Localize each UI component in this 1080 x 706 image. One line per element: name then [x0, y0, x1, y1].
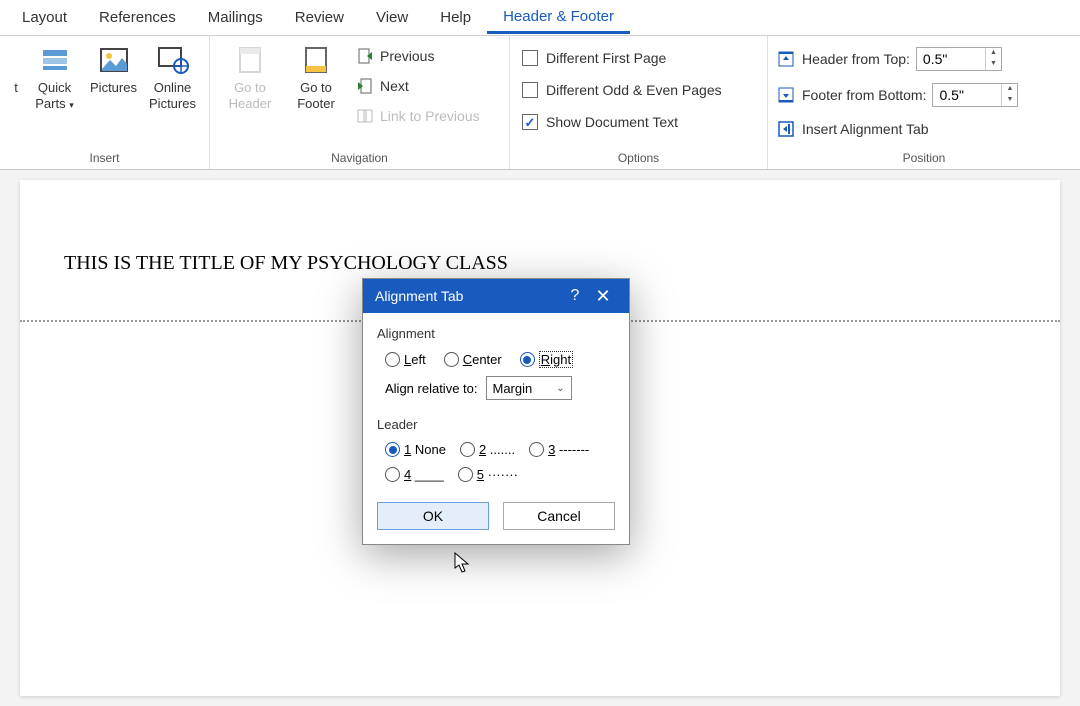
header-text[interactable]: THIS IS THE TITLE OF MY PSYCHOLOGY CLASS — [64, 252, 1016, 275]
group-options: Different First Page Different Odd & Eve… — [510, 36, 768, 169]
ok-button[interactable]: OK — [377, 502, 489, 530]
quick-parts-icon — [39, 44, 71, 76]
group-insert: t Quick Parts ▾ Pictures Online Pictures — [0, 36, 210, 169]
leader-2-radio[interactable]: 2 ....... — [460, 442, 515, 457]
tab-references[interactable]: References — [83, 3, 192, 32]
chevron-down-icon: ⌄ — [556, 383, 564, 394]
close-button[interactable]: ✕ — [589, 286, 617, 307]
alignment-tab-icon — [776, 119, 796, 139]
goto-footer-button[interactable]: Go to Footer — [284, 40, 348, 115]
leader-group-label: Leader — [377, 417, 615, 432]
ribbon: t Quick Parts ▾ Pictures Online Pictures — [0, 36, 1080, 170]
leader-4-radio[interactable]: 4 ____ — [385, 467, 444, 482]
online-pictures-icon — [157, 44, 189, 76]
group-position: Header from Top: ▲▼ Footer from Bottom: … — [768, 36, 1080, 169]
group-options-label: Options — [518, 149, 759, 167]
show-document-text-checkbox[interactable]: Show Document Text — [518, 110, 726, 134]
tab-header-footer[interactable]: Header & Footer — [487, 2, 630, 34]
footer-bottom-input[interactable]: ▲▼ — [932, 83, 1018, 107]
tab-mailings[interactable]: Mailings — [192, 3, 279, 32]
goto-footer-icon — [300, 44, 332, 76]
leader-1-none-radio[interactable]: 1 None — [385, 442, 446, 457]
tab-help[interactable]: Help — [424, 3, 487, 32]
spin-down-icon[interactable]: ▼ — [1002, 95, 1017, 106]
next-button[interactable]: Next — [350, 74, 486, 98]
align-relative-combo[interactable]: Margin ⌄ — [486, 376, 572, 400]
header-top-label: Header from Top: — [802, 51, 910, 67]
next-icon — [356, 77, 374, 95]
alignment-group-label: Alignment — [377, 326, 615, 341]
group-insert-label: Insert — [8, 149, 201, 167]
spin-up-icon[interactable]: ▲ — [986, 48, 1001, 59]
leader-3-radio[interactable]: 3 ------- — [529, 442, 589, 457]
goto-header-button[interactable]: Go to Header — [218, 40, 282, 115]
alignment-tab-dialog: Alignment Tab ? ✕ Alignment LLefteft Cen… — [362, 278, 630, 545]
spin-down-icon[interactable]: ▼ — [986, 59, 1001, 70]
checkbox-icon — [522, 50, 538, 66]
align-relative-label: Align relative to: — [385, 381, 478, 396]
tab-view[interactable]: View — [360, 3, 424, 32]
quick-parts-button[interactable]: Quick Parts ▾ — [26, 40, 83, 115]
insert-alignment-tab-button[interactable]: Insert Alignment Tab — [776, 116, 1018, 142]
group-navigation: Go to Header Go to Footer Previous Next — [210, 36, 510, 169]
help-button[interactable]: ? — [561, 287, 589, 305]
link-to-previous-button[interactable]: Link to Previous — [350, 104, 486, 128]
goto-header-icon — [234, 44, 266, 76]
checkbox-checked-icon — [522, 114, 538, 130]
align-right-radio[interactable]: Right — [520, 351, 573, 368]
ribbon-tabstrip: Layout References Mailings Review View H… — [0, 0, 1080, 36]
spin-up-icon[interactable]: ▲ — [1002, 84, 1017, 95]
align-left-radio[interactable]: LLefteft — [385, 352, 426, 367]
link-previous-icon — [356, 107, 374, 125]
group-navigation-label: Navigation — [218, 149, 501, 167]
online-pictures-button[interactable]: Online Pictures — [144, 40, 201, 115]
tab-review[interactable]: Review — [279, 3, 360, 32]
footer-bottom-icon — [776, 85, 796, 105]
different-first-page-checkbox[interactable]: Different First Page — [518, 46, 726, 70]
checkbox-icon — [522, 82, 538, 98]
previous-button[interactable]: Previous — [350, 44, 486, 68]
cancel-button[interactable]: Cancel — [503, 502, 615, 530]
dialog-titlebar[interactable]: Alignment Tab ? ✕ — [363, 279, 629, 313]
header-top-icon — [776, 49, 796, 69]
footer-bottom-label: Footer from Bottom: — [802, 87, 926, 103]
align-center-radio[interactable]: Center — [444, 352, 502, 367]
previous-icon — [356, 47, 374, 65]
group-position-label: Position — [776, 149, 1072, 167]
pictures-button[interactable]: Pictures — [85, 40, 142, 100]
partial-button[interactable]: t — [8, 40, 24, 100]
tab-layout[interactable]: Layout — [6, 3, 83, 32]
dialog-title: Alignment Tab — [375, 288, 561, 304]
pictures-icon — [98, 44, 130, 76]
different-odd-even-checkbox[interactable]: Different Odd & Even Pages — [518, 78, 726, 102]
header-top-input[interactable]: ▲▼ — [916, 47, 1002, 71]
leader-5-radio[interactable]: 5 ······· — [458, 467, 518, 482]
